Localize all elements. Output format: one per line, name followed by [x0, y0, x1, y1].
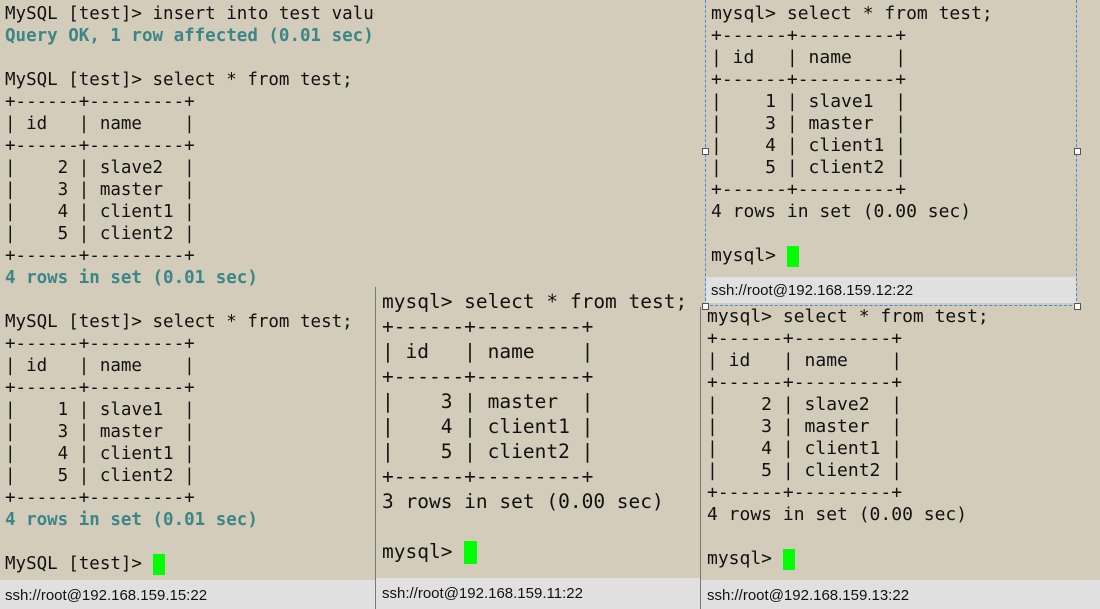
terminal-line: | 2 | slave2 |: [5, 158, 195, 178]
terminal-line: +------+---------+: [5, 136, 195, 156]
terminal-line: +------+---------+: [707, 372, 903, 393]
terminal-line: +------+---------+: [5, 378, 195, 398]
terminal-line: +------+---------+: [5, 488, 195, 508]
terminal-line: 3 rows in set (0.00 sec): [382, 490, 664, 513]
prompt-line[interactable]: MySQL [test]>: [5, 553, 375, 575]
prompt-text: mysql>: [382, 540, 465, 563]
terminal-line: Query OK, 1 row affected (0.01 sec): [5, 26, 374, 46]
terminal-panel-12[interactable]: mysql> select * from test; +------+------…: [705, 0, 1077, 306]
terminal-line: | 4 | client1 |: [5, 444, 195, 464]
terminal-line: +------+---------+: [711, 69, 907, 90]
terminal-output[interactable]: mysql> select * from test; +------+------…: [707, 307, 1100, 570]
terminal-line: 4 rows in set (0.01 sec): [5, 268, 258, 288]
terminal-line: | 3 | master |: [707, 416, 903, 437]
status-bar: ssh://root@192.168.159.12:22: [706, 277, 1076, 303]
terminal-line: | id | name |: [711, 47, 907, 68]
status-bar: ssh://root@192.168.159.13:22: [701, 580, 1100, 609]
terminal-line: +------+---------+: [5, 334, 195, 354]
resize-handle[interactable]: [1074, 148, 1081, 155]
terminal-line: +------+---------+: [707, 328, 903, 349]
resize-handle[interactable]: [702, 148, 709, 155]
terminal-line: +------+---------+: [5, 92, 195, 112]
terminal-line: +------+---------+: [711, 179, 907, 200]
terminal-line: | id | name |: [5, 114, 195, 134]
status-bar: ssh://root@192.168.159.15:22: [0, 580, 375, 609]
prompt-text: MySQL [test]>: [5, 554, 153, 574]
cursor-icon: [786, 245, 799, 267]
terminal-line: | 4 | client1 |: [5, 202, 195, 222]
terminal-line: | 4 | client1 |: [711, 135, 907, 156]
terminal-line: mysql> select * from test;: [382, 290, 688, 313]
terminal-line: | 4 | client1 |: [707, 438, 903, 459]
terminal-line: 4 rows in set (0.01 sec): [5, 510, 258, 530]
terminal-line: | 1 | slave1 |: [5, 400, 195, 420]
terminal-line: | id | name |: [382, 340, 594, 363]
terminal-line: | 3 | master |: [5, 180, 195, 200]
terminal-line: | id | name |: [5, 356, 195, 376]
terminal-line: | 5 | client2 |: [711, 157, 907, 178]
terminal-line: 4 rows in set (0.00 sec): [711, 201, 972, 222]
terminal-line: | 1 | slave1 |: [711, 91, 907, 112]
terminal-output[interactable]: mysql> select * from test; +------+------…: [711, 3, 1076, 267]
terminal-output[interactable]: mysql> select * from test; +------+------…: [382, 289, 701, 564]
terminal-line: | 4 | client1 |: [382, 415, 594, 438]
terminal-line: 4 rows in set (0.00 sec): [707, 504, 968, 525]
prompt-text: mysql>: [707, 548, 783, 569]
cursor-icon: [782, 548, 795, 570]
terminal-line: +------+---------+: [382, 315, 594, 338]
terminal-line: | 3 | master |: [711, 113, 907, 134]
resize-handle[interactable]: [1074, 303, 1081, 310]
terminal-panel-15[interactable]: MySQL [test]> insert into test values(5,…: [0, 0, 375, 609]
terminal-panel-13[interactable]: mysql> select * from test; +------+------…: [700, 307, 1100, 609]
terminal-line: +------+---------+: [382, 365, 594, 388]
cursor-icon: [464, 541, 478, 564]
terminal-output[interactable]: MySQL [test]> insert into test values(5,…: [5, 3, 375, 575]
terminal-line: +------+---------+: [5, 246, 195, 266]
status-bar: ssh://root@192.168.159.11:22: [376, 578, 701, 609]
terminal-line: | 5 | client2 |: [5, 466, 195, 486]
terminal-line: | id | name |: [707, 350, 903, 371]
terminal-line: | 3 | master |: [382, 390, 594, 413]
prompt-line[interactable]: mysql>: [707, 548, 1100, 570]
terminal-line: MySQL [test]> insert into test values(5,…: [5, 4, 375, 24]
cursor-icon: [152, 553, 165, 575]
terminal-line: mysql> select * from test;: [711, 3, 993, 24]
terminal-line: +------+---------+: [711, 25, 907, 46]
prompt-text: mysql>: [711, 245, 787, 266]
terminal-line: +------+---------+: [382, 465, 594, 488]
terminal-line: | 5 | client2 |: [707, 460, 903, 481]
prompt-line[interactable]: mysql>: [382, 539, 701, 564]
terminal-line: MySQL [test]> select * from test;: [5, 70, 353, 90]
terminal-line: | 5 | client2 |: [5, 224, 195, 244]
prompt-line[interactable]: mysql>: [711, 245, 1076, 267]
terminal-panel-11[interactable]: mysql> select * from test; +------+------…: [375, 287, 701, 609]
terminal-line: +------+---------+: [707, 482, 903, 503]
terminal-line: | 2 | slave2 |: [707, 394, 903, 415]
resize-handle[interactable]: [702, 303, 709, 310]
terminal-line: | 3 | master |: [5, 422, 195, 442]
terminal-line: mysql> select * from test;: [707, 307, 989, 327]
terminal-line: MySQL [test]> select * from test;: [5, 312, 353, 332]
terminal-line: | 5 | client2 |: [382, 440, 594, 463]
